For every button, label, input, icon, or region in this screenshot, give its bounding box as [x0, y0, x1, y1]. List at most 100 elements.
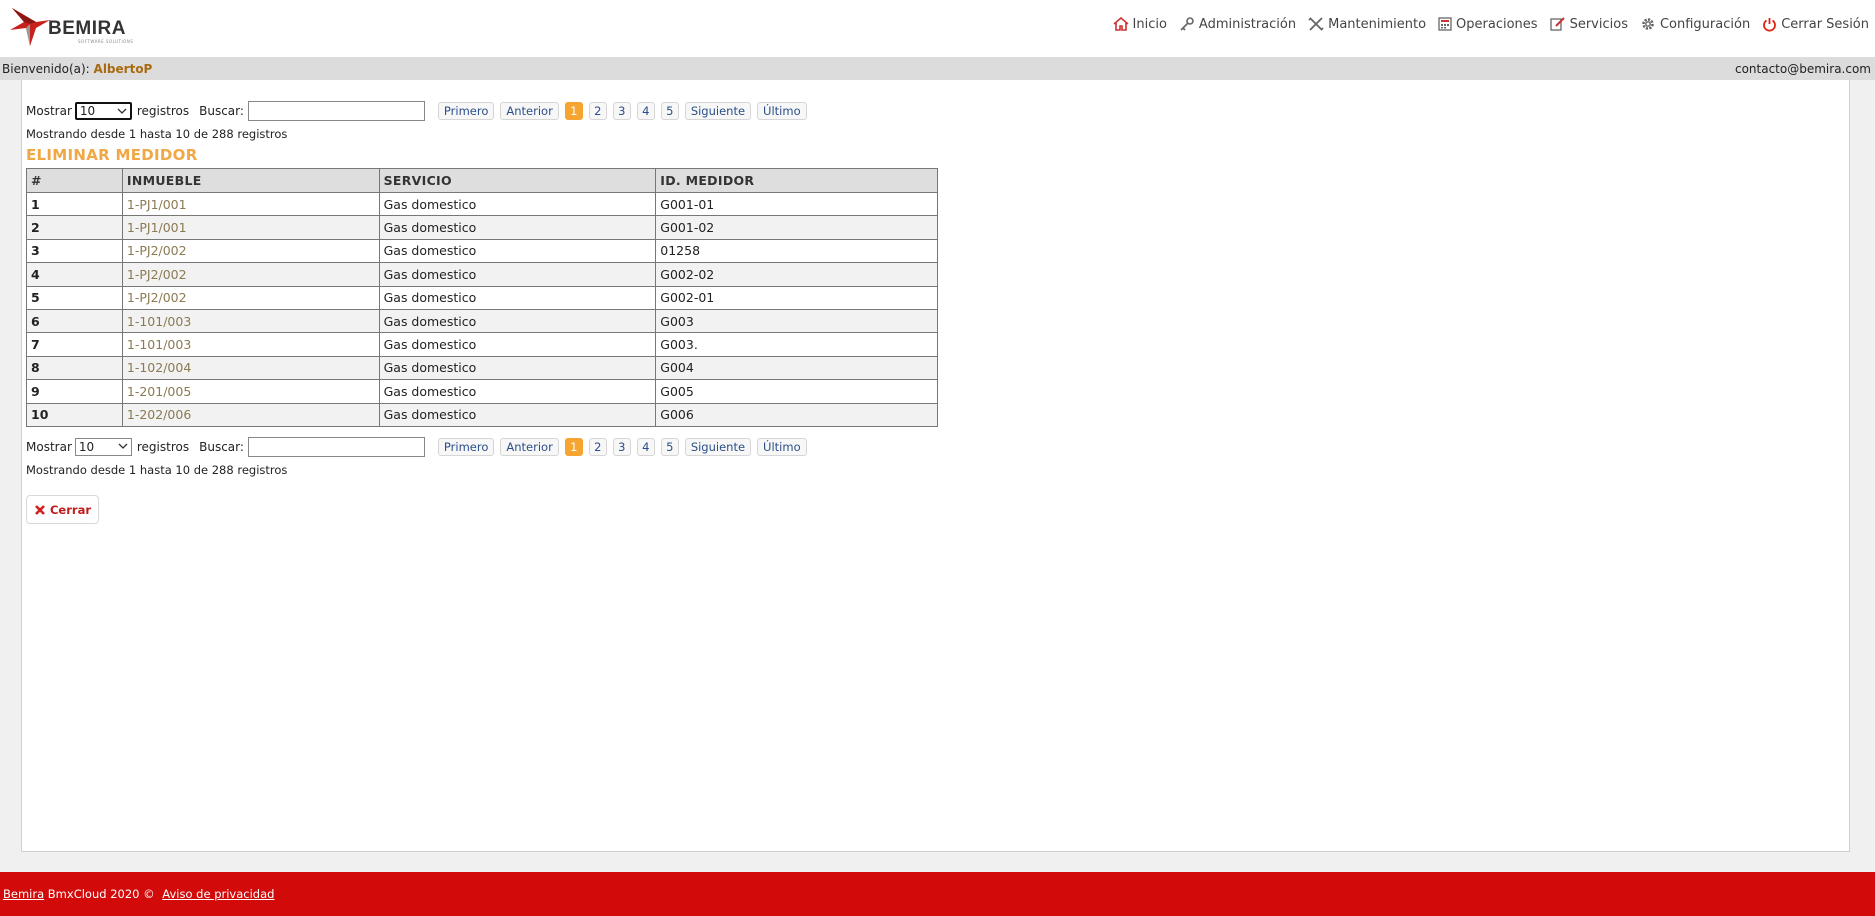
servicio-cell: Gas domestico [378, 379, 657, 404]
chevron-down-icon [117, 108, 127, 114]
list-controls-top: Mostrar 10 registros Buscar: Primero Ant… [26, 101, 813, 121]
previous-page-button[interactable]: Anterior [500, 438, 559, 456]
search-input-bottom[interactable] [247, 437, 425, 457]
nav-label: Mantenimiento [1328, 16, 1427, 32]
table-row[interactable]: 8 1-102/004 Gas domestico G004 [26, 355, 938, 381]
nav-label: Administración [1198, 16, 1297, 32]
footer-brand-link[interactable]: Bemira [3, 887, 44, 901]
column-header[interactable]: ID. MEDIDOR [655, 168, 938, 193]
page-size-value: 10 [79, 104, 96, 118]
page-size-select-bottom[interactable]: 10 [74, 438, 132, 456]
inmueble-link[interactable]: 1-PJ1/001 [121, 215, 380, 240]
page-2-button[interactable]: 2 [588, 102, 607, 120]
meters-table: # INMUEBLE SERVICIO ID. MEDIDOR 1 1-PJ1/0… [26, 168, 938, 427]
page-size-select-top[interactable]: 10 [74, 102, 132, 120]
medidor-id-cell: G002-01 [655, 285, 938, 310]
table-row[interactable]: 1 1-PJ1/001 Gas domestico G001-01 [26, 191, 938, 217]
servicio-cell: Gas domestico [378, 308, 657, 334]
page-5-button[interactable]: 5 [660, 102, 679, 120]
medidor-id-cell: G002-02 [655, 262, 938, 287]
servicio-cell: Gas domestico [378, 332, 657, 357]
table-row[interactable]: 5 1-PJ2/002 Gas domestico G002-01 [26, 285, 938, 310]
next-page-button[interactable]: Siguiente [684, 438, 752, 456]
row-number: 4 [26, 262, 123, 287]
page-1-button[interactable]: 1 [564, 102, 583, 120]
power-icon [1763, 17, 1777, 31]
show-label: Mostrar [26, 440, 72, 454]
nav-cerrar-sesion[interactable]: Cerrar Sesión [1762, 17, 1869, 32]
inmueble-link[interactable]: 1-101/003 [121, 308, 380, 334]
inmueble-link[interactable]: 1-PJ2/002 [121, 262, 380, 287]
inmueble-link[interactable]: 1-PJ1/001 [121, 191, 380, 217]
table-row[interactable]: 9 1-201/005 Gas domestico G005 [26, 379, 938, 404]
nav-label: Configuración [1659, 16, 1751, 32]
search-label: Buscar: [199, 104, 244, 118]
search-label: Buscar: [199, 440, 244, 454]
home-icon [1112, 17, 1129, 31]
page-2-button[interactable]: 2 [588, 438, 607, 456]
inmueble-link[interactable]: 1-PJ2/002 [121, 285, 380, 310]
servicio-cell: Gas domestico [378, 191, 657, 217]
medidor-id-cell: G001-02 [655, 215, 938, 240]
privacy-link[interactable]: Aviso de privacidad [162, 887, 274, 901]
last-page-button[interactable]: Último [757, 102, 807, 120]
medidor-id-cell: G004 [655, 355, 938, 381]
key-icon [1180, 17, 1194, 31]
logo-star-icon [10, 8, 50, 46]
page-3-button[interactable]: 3 [612, 438, 631, 456]
medidor-id-cell: G003 [655, 308, 938, 334]
bemira-logo[interactable]: BEMIRA SOFTWARE SOLUTIONS [10, 6, 140, 50]
page-4-button[interactable]: 4 [636, 438, 655, 456]
medidor-id-cell: G006 [655, 402, 938, 427]
row-number: 9 [26, 379, 123, 404]
table-row[interactable]: 7 1-101/003 Gas domestico G003. [26, 332, 938, 357]
table-row[interactable]: 2 1-PJ1/001 Gas domestico G001-02 [26, 215, 938, 240]
logo-text: BEMIRA [48, 18, 126, 39]
nav-mantenimiento[interactable]: Mantenimiento [1308, 17, 1426, 32]
servicio-cell: Gas domestico [378, 238, 657, 264]
welcome-bar: Bienvenido(a): AlbertoP contacto@bemira.… [0, 57, 1875, 80]
nav-configuracion[interactable]: Configuración [1640, 16, 1750, 32]
logo-tagline: SOFTWARE SOLUTIONS [78, 39, 134, 44]
page-5-button[interactable]: 5 [660, 438, 679, 456]
page-4-button[interactable]: 4 [636, 102, 655, 120]
row-number: 8 [26, 355, 123, 381]
list-controls-bottom: Mostrar 10 registros Buscar: Primero Ant… [26, 437, 813, 457]
inmueble-link[interactable]: 1-201/005 [121, 379, 380, 404]
previous-page-button[interactable]: Anterior [500, 102, 559, 120]
inmueble-link[interactable]: 1-102/004 [121, 355, 380, 381]
column-header[interactable]: INMUEBLE [121, 168, 380, 193]
inmueble-link[interactable]: 1-101/003 [121, 332, 380, 357]
first-page-button[interactable]: Primero [437, 438, 495, 456]
inmueble-link[interactable]: 1-202/006 [121, 402, 380, 427]
column-header[interactable]: # [26, 168, 123, 193]
table-row[interactable]: 10 1-202/006 Gas domestico G006 [26, 402, 938, 427]
page-size-value: 10 [78, 440, 95, 454]
gear-icon [1642, 18, 1654, 30]
nav-operaciones[interactable]: Operaciones [1438, 17, 1538, 32]
table-row[interactable]: 4 1-PJ2/002 Gas domestico G002-02 [26, 262, 938, 287]
nav-label: Operaciones [1456, 16, 1538, 32]
nav-servicios[interactable]: Servicios [1549, 17, 1628, 32]
next-page-button[interactable]: Siguiente [684, 102, 752, 120]
footer-copyright: BmxCloud 2020 © [47, 887, 155, 901]
medidor-id-cell: G005 [655, 379, 938, 404]
table-row[interactable]: 6 1-101/003 Gas domestico G003 [26, 308, 938, 334]
nav-administracion[interactable]: Administración [1179, 17, 1296, 32]
app-header: BEMIRA SOFTWARE SOLUTIONS Inicio Adminis… [0, 0, 1875, 57]
page-3-button[interactable]: 3 [612, 102, 631, 120]
table-row[interactable]: 3 1-PJ2/002 Gas domestico 01258 [26, 238, 938, 264]
inmueble-link[interactable]: 1-PJ2/002 [121, 238, 380, 264]
medidor-id-cell: 01258 [655, 238, 938, 264]
page-1-button[interactable]: 1 [564, 438, 583, 456]
close-button[interactable]: Cerrar [26, 495, 99, 524]
welcome-prefix: Bienvenido(a): [2, 62, 90, 76]
column-header[interactable]: SERVICIO [378, 168, 657, 193]
search-input-top[interactable] [247, 101, 425, 121]
last-page-button[interactable]: Último [757, 438, 807, 456]
medidor-id-cell: G003. [655, 332, 938, 357]
welcome-message: Bienvenido(a): AlbertoP [2, 62, 152, 76]
welcome-username: AlbertoP [93, 62, 153, 76]
first-page-button[interactable]: Primero [437, 102, 495, 120]
nav-inicio[interactable]: Inicio [1112, 17, 1167, 32]
